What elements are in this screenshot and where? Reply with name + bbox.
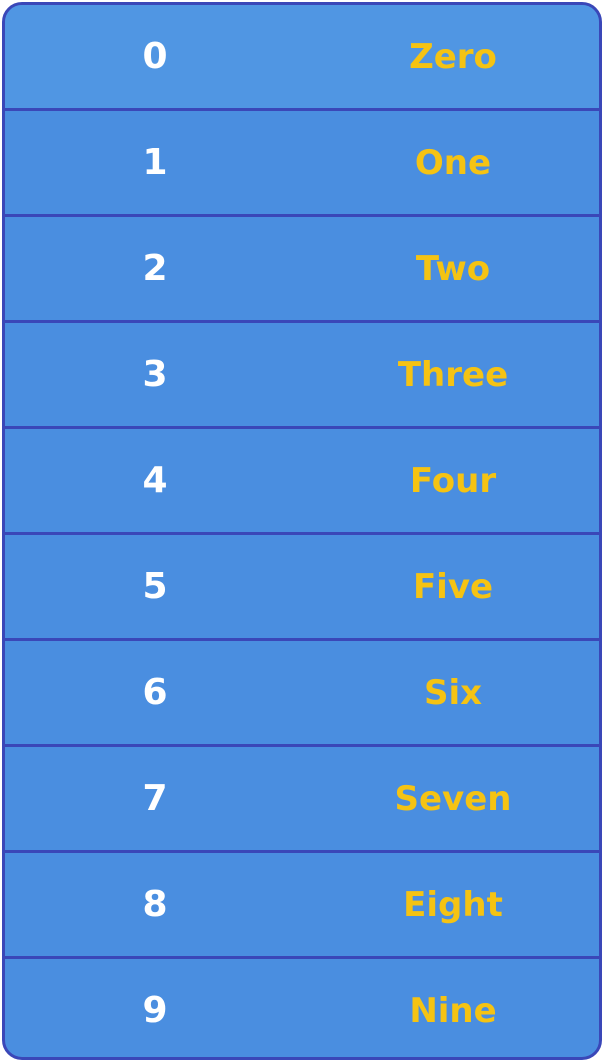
table-row: 7 Seven xyxy=(5,744,599,850)
digit-cell: 3 xyxy=(142,354,168,395)
digit-cell: 4 xyxy=(142,460,168,501)
digit-cell: 9 xyxy=(142,990,168,1031)
digit-cell: 6 xyxy=(142,672,168,713)
word-cell: Eight xyxy=(403,884,503,925)
digit-cell: 1 xyxy=(142,142,168,183)
word-cell: Three xyxy=(397,354,509,395)
digit-cell: 2 xyxy=(142,248,168,289)
table-row: 0 Zero xyxy=(5,5,599,108)
word-cell: One xyxy=(414,142,492,183)
digit-cell: 8 xyxy=(142,884,168,925)
digit-cell: 5 xyxy=(142,566,168,607)
table-row: 3 Three xyxy=(5,320,599,426)
table-row: 4 Four xyxy=(5,426,599,532)
word-cell: Two xyxy=(415,248,491,289)
word-cell: Seven xyxy=(394,778,512,819)
table-row: 8 Eight xyxy=(5,850,599,956)
digit-cell: 7 xyxy=(142,778,168,819)
word-cell: Five xyxy=(412,566,494,607)
table-row: 2 Two xyxy=(5,214,599,320)
word-cell: Nine xyxy=(409,990,497,1031)
table-row: 1 One xyxy=(5,108,599,214)
table-row: 6 Six xyxy=(5,638,599,744)
word-cell: Six xyxy=(423,672,483,713)
digit-cell: 0 xyxy=(142,36,168,77)
word-cell: Zero xyxy=(409,36,497,77)
table-row: 9 Nine xyxy=(5,956,599,1057)
table-row: 5 Five xyxy=(5,532,599,638)
word-cell: Four xyxy=(409,460,497,501)
number-words-table: 0 Zero 1 One 2 Two 3 Three 4 Four 5 Five… xyxy=(2,2,602,1060)
